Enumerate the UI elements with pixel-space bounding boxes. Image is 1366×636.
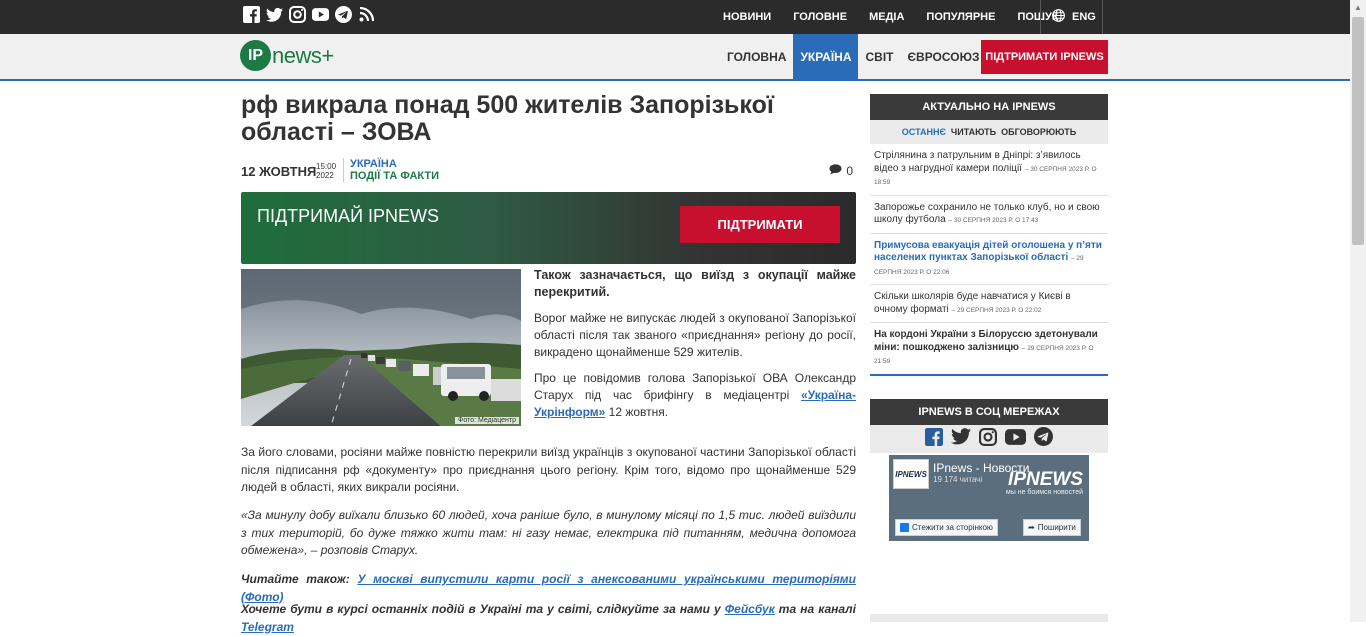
main-bar: IP news+ ГОЛОВНА УКРАЇНА СВІТ ЄВРОСОЮЗ П… — [0, 34, 1350, 81]
social-section-title: IPNEWS В СОЦ МЕРЕЖАХ — [870, 399, 1108, 425]
comments-number: 0 — [846, 164, 853, 178]
sidebar-bottom-block — [870, 614, 1108, 622]
article-paragraph-a: Ворог майже не випускає людей з окупован… — [534, 311, 856, 359]
article-title: рф викрала понад 500 жителів Запорізької… — [241, 91, 774, 146]
fb-followers: 19 174 читачі — [933, 475, 983, 484]
article-paragraph-1: За його словами, росіяни майже повністю … — [241, 445, 856, 494]
article-lead: Також зазначається, що виїзд з окупації … — [534, 268, 856, 299]
read-also-label: Читайте також: — [241, 572, 350, 586]
language-switcher[interactable]: ENG — [1040, 0, 1103, 34]
scroll-up-arrow-icon[interactable]: ▲ — [1350, 0, 1366, 16]
twitter-icon[interactable] — [266, 6, 283, 23]
article-paragraph-b: Про це повідомив голова Запорізької ОВА … — [534, 370, 856, 421]
site-logo[interactable]: IP news+ — [240, 40, 334, 71]
article-meta: 12 ЖОВТНЯ 15:00 2022 УКРАЇНА ПОДІЇ ТА ФАК… — [241, 156, 856, 188]
rss-icon[interactable] — [358, 6, 375, 23]
share-icon: ➦ — [1028, 523, 1035, 532]
news-item[interactable]: Запорожье сохранило не только клуб, но и… — [870, 196, 1108, 234]
news-item[interactable]: Скільки школярів буде навчатися у Києві … — [870, 285, 1108, 323]
news-item[interactable]: Примусова евакуація дітей оголошена у п’… — [870, 234, 1108, 285]
nav-ukraine[interactable]: УКРАЇНА — [793, 34, 859, 81]
social-links — [243, 6, 375, 23]
top-navigation: НОВИНИ ГОЛОВНЕ МЕДІА ПОПУЛЯРНЕ ПОШУК — [712, 0, 1070, 34]
section-navigation: ГОЛОВНА УКРАЇНА СВІТ ЄВРОСОЮЗ — [720, 34, 986, 81]
language-label: ENG — [1072, 11, 1096, 23]
article-quote: «За минулу добу виїхали близько 60 людей… — [241, 508, 856, 557]
support-banner-text: ПІДТРИМАЙ IPNEWS — [257, 206, 440, 226]
nav-world[interactable]: СВІТ — [858, 34, 900, 81]
tab-latest[interactable]: ОСТАННЄ — [902, 127, 946, 137]
youtube-icon[interactable] — [1005, 428, 1026, 450]
follow-us: Хочете бути в курсі останніх подій в Укр… — [241, 601, 856, 636]
top-nav-news[interactable]: НОВИНИ — [712, 0, 782, 34]
support-banner-button[interactable]: ПІДТРИМАТИ — [680, 206, 840, 243]
article-time-hour: 15:00 — [316, 162, 337, 171]
social-section: IPNEWS В СОЦ МЕРЕЖАХ IPNEWS IPnews - Нов… — [870, 399, 1108, 541]
fb-follow-label: Стежити за сторінкою — [912, 523, 993, 532]
meta-divider — [343, 158, 344, 182]
fb-follow-button[interactable]: Стежити за сторінкою — [895, 519, 998, 536]
follow-mid: та на каналі — [774, 602, 856, 616]
article-date: 12 ЖОВТНЯ — [241, 164, 317, 179]
article-photo: Фото: Медіацентр — [241, 269, 521, 426]
top-nav-popular[interactable]: ПОПУЛЯРНЕ — [915, 0, 1006, 34]
paragraph-b-end: 12 жовтня. — [605, 405, 669, 419]
telegram-icon[interactable] — [335, 6, 352, 23]
tab-reading[interactable]: ЧИТАЮТЬ — [951, 127, 996, 137]
top-bar: НОВИНИ ГОЛОВНЕ МЕДІА ПОПУЛЯРНЕ ПОШУК ENG — [0, 0, 1350, 34]
sidebar-title: АКТУАЛЬНО НА IPNEWS — [870, 94, 1108, 120]
facebook-page-widget[interactable]: IPNEWS IPnews - Новости 19 174 читачі IP… — [889, 455, 1089, 541]
news-item[interactable]: Стрілянина з патрульним в Дніпрі: з’явил… — [870, 144, 1108, 196]
fb-share-label: Поширити — [1037, 523, 1076, 532]
news-item[interactable]: На кордоні України з Білоруссю здетонува… — [870, 323, 1108, 374]
article-side-text: Також зазначається, що виїзд з окупації … — [534, 267, 856, 430]
sidebar-tabs: ОСТАННЄ ЧИТАЮТЬ ОБГОВОРЮЮТЬ — [870, 120, 1108, 144]
article-time: 15:00 2022 — [316, 162, 336, 180]
news-date: 29 СЕРПНЯ 2023 Р. О 22:02 — [956, 306, 1042, 314]
fb-share-button[interactable]: ➦ Поширити — [1023, 519, 1081, 536]
facebook-icon[interactable] — [925, 427, 943, 451]
sidebar: АКТУАЛЬНО НА IPNEWS ОСТАННЄ ЧИТАЮТЬ ОБГО… — [870, 94, 1108, 622]
photo-credit: Фото: Медіацентр — [455, 417, 519, 424]
nav-eu[interactable]: ЄВРОСОЮЗ — [900, 34, 986, 81]
instagram-icon[interactable] — [289, 6, 306, 23]
category-events-link[interactable]: ПОДІЇ ТА ФАКТИ — [350, 170, 439, 182]
youtube-icon[interactable] — [312, 6, 329, 23]
comments-count[interactable]: 0 — [829, 164, 853, 178]
top-nav-main[interactable]: ГОЛОВНЕ — [782, 0, 858, 34]
scrollbar-thumb[interactable] — [1352, 17, 1364, 245]
support-ipnews-button[interactable]: ПІДТРИМАТИ IPNEWS — [981, 40, 1108, 74]
facebook-icon — [900, 523, 909, 532]
article-year: 2022 — [316, 171, 334, 180]
fb-cover-brand: IPNEWS — [1008, 469, 1083, 490]
nav-main[interactable]: ГОЛОВНА — [720, 34, 793, 81]
news-date: 30 СЕРПНЯ 2023 Р. О 17:43 — [953, 217, 1039, 224]
news-title[interactable]: Примусова евакуація дітей оголошена у п’… — [874, 240, 1102, 264]
facebook-icon[interactable] — [243, 6, 260, 23]
follow-text: Хочете бути в курсі останніх подій в Укр… — [241, 602, 725, 616]
support-banner: ПІДТРИМАЙ IPNEWS ПІДТРИМАТИ — [241, 192, 856, 264]
twitter-icon[interactable] — [951, 428, 971, 450]
telegram-icon[interactable] — [1034, 427, 1053, 451]
social-icons — [870, 425, 1108, 453]
road-photo — [241, 269, 521, 426]
comment-icon — [829, 164, 842, 178]
category-ukraine-link[interactable]: УКРАЇНА — [350, 158, 397, 170]
news-list: Стрілянина з патрульним в Дніпрі: з’явил… — [870, 144, 1108, 376]
article: рф викрала понад 500 жителів Запорізької… — [241, 91, 856, 634]
fb-page-logo: IPNEWS — [893, 459, 929, 489]
top-nav-media[interactable]: МЕДІА — [858, 0, 915, 34]
fb-cover-tagline: мы не боимся новостей — [1005, 489, 1083, 496]
article-categories: УКРАЇНА ПОДІЇ ТА ФАКТИ — [350, 158, 439, 182]
globe-icon — [1052, 9, 1065, 25]
instagram-icon[interactable] — [979, 427, 997, 451]
tab-discussed[interactable]: ОБГОВОРЮЮТЬ — [1001, 127, 1076, 137]
page-scrollbar[interactable]: ▲ — [1350, 0, 1366, 622]
facebook-link[interactable]: Фейсбук — [725, 602, 775, 616]
logo-ip: IP — [240, 40, 271, 71]
logo-text: news+ — [272, 42, 334, 68]
